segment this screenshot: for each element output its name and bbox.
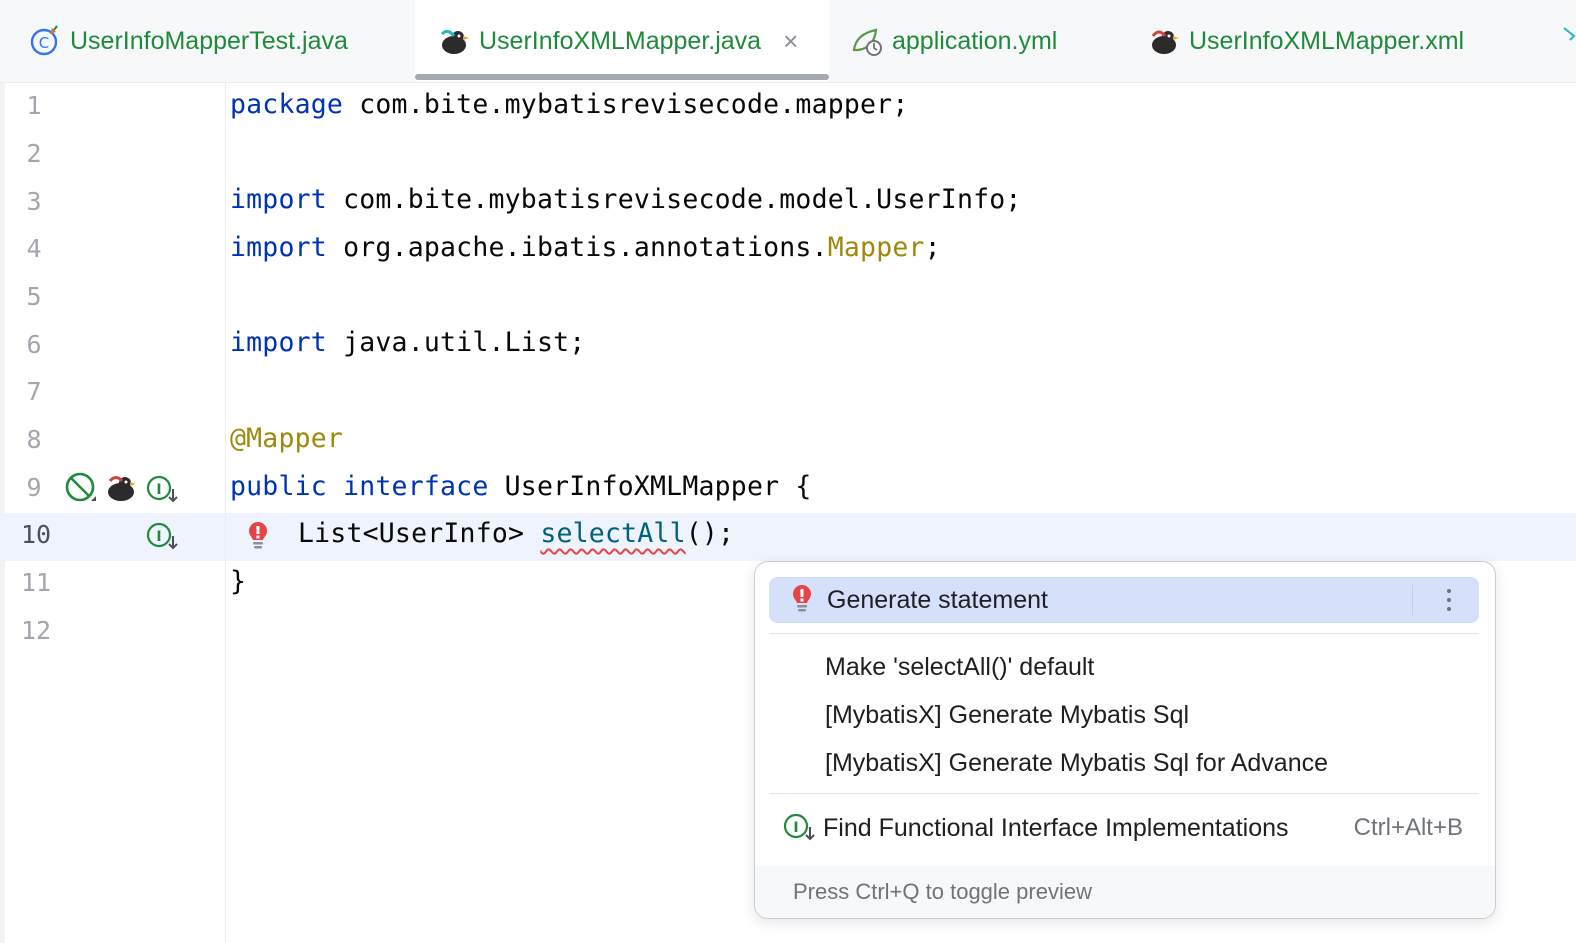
svg-text:C: C: [39, 34, 49, 52]
popup-item-label: Generate statement: [827, 585, 1048, 614]
keyword: package: [230, 89, 344, 120]
divider: [769, 633, 1479, 634]
mybatis-bird-icon: [437, 24, 471, 58]
popup-item-label: Make 'selectAll()' default: [825, 652, 1095, 681]
code-text: java.util.List;: [326, 327, 586, 358]
popup-item-find-implementations[interactable]: I Find Functional Interface Implementati…: [769, 805, 1479, 851]
keyboard-shortcut: Ctrl+Alt+B: [1353, 814, 1463, 841]
caret-row-highlight: [0, 513, 1576, 561]
keyword: import: [230, 327, 327, 358]
error-bulb-icon[interactable]: [243, 520, 277, 554]
code-line-9[interactable]: public interface UserInfoXMLMapper {: [230, 471, 812, 502]
code-line-8[interactable]: @Mapper: [230, 423, 343, 454]
tab-userinfomappertest[interactable]: C UserInfoMapperTest.java: [28, 0, 348, 82]
mybatis-bird-icon: [1147, 24, 1181, 58]
code-text: UserInfoXMLMapper {: [488, 471, 812, 502]
error-bulb-icon: [787, 583, 821, 617]
line-number: 1: [26, 91, 42, 120]
code-text: org.apache.ibatis.annotations.: [326, 232, 828, 263]
popup-item-label: [MybatisX] Generate Mybatis Sql: [825, 700, 1190, 729]
method-name-error[interactable]: selectAll: [540, 518, 685, 549]
svg-text:I: I: [156, 482, 161, 498]
intention-actions-popup: Generate statement Make 'selectAll()' de…: [754, 561, 1496, 919]
line-number: 12: [20, 616, 52, 645]
divider: [769, 793, 1479, 794]
keyword: public: [230, 471, 327, 502]
code-line-3[interactable]: import com.bite.mybatisrevisecode.model.…: [230, 184, 1022, 215]
line-number: 7: [26, 377, 42, 406]
line-number: 8: [26, 425, 42, 454]
keyword: interface: [326, 471, 489, 502]
code-line-1[interactable]: package com.bite.mybatisrevisecode.mappe…: [230, 89, 909, 120]
line-number: 9: [26, 473, 42, 502]
implementations-icon[interactable]: I: [146, 520, 180, 554]
disabled-icon[interactable]: [64, 471, 98, 505]
gutter-divider: [225, 83, 226, 943]
tab-label: UserInfoXMLMapper.xml: [1189, 26, 1465, 55]
close-tab-icon[interactable]: ×: [783, 26, 798, 57]
line-number: 11: [20, 568, 52, 597]
popup-item-mybatisx-generate-sql[interactable]: [MybatisX] Generate Mybatis Sql: [769, 692, 1479, 738]
svg-text:I: I: [156, 529, 161, 545]
keyword: import: [230, 184, 327, 215]
popup-item-generate-statement[interactable]: Generate statement: [769, 577, 1479, 623]
code-line-11[interactable]: }: [230, 566, 246, 597]
code-line-6[interactable]: import java.util.List;: [230, 327, 585, 358]
implementations-icon: I: [783, 811, 817, 845]
code-text: com.bite.mybatisrevisecode.model.UserInf…: [326, 184, 1022, 215]
svg-text:I: I: [793, 820, 798, 836]
annotation-name: Mapper: [827, 232, 925, 263]
code-line-10[interactable]: List<UserInfo> selectAll();: [298, 518, 734, 549]
test-class-icon: C: [28, 24, 62, 58]
popup-item-label: [MybatisX] Generate Mybatis Sql for Adva…: [825, 748, 1329, 777]
code-text: List<UserInfo>: [298, 518, 541, 549]
line-number: 3: [26, 187, 42, 216]
line-number: 5: [26, 282, 42, 311]
code-text: com.bite.mybatisrevisecode.mapper;: [343, 89, 909, 120]
code-text: ;: [924, 232, 941, 263]
code-text: ();: [685, 518, 735, 549]
tab-label: application.yml: [892, 26, 1058, 55]
editor-tab-bar: C UserInfoMapperTest.java UserInfoXMLMap…: [0, 0, 1576, 83]
tab-label: UserInfoMapperTest.java: [70, 26, 348, 55]
popup-footer: Press Ctrl+Q to toggle preview: [755, 866, 1495, 918]
code-line-4[interactable]: import org.apache.ibatis.annotations.Map…: [230, 232, 941, 263]
spring-config-icon: [850, 24, 884, 58]
popup-item-make-default[interactable]: Make 'selectAll()' default: [769, 644, 1479, 690]
line-number: 6: [26, 330, 42, 359]
keyword: import: [230, 232, 327, 263]
tab-userinfoxmlmapper-xml[interactable]: UserInfoXMLMapper.xml: [1147, 0, 1464, 82]
mybatis-bird-icon[interactable]: [104, 471, 138, 505]
more-options-icon[interactable]: [1437, 583, 1461, 617]
divider: [1412, 585, 1413, 615]
implementations-icon[interactable]: I: [146, 473, 180, 507]
tab-label: UserInfoXMLMapper.java: [479, 26, 762, 55]
line-number: 2: [26, 139, 42, 168]
tab-userinfoxmlmapper-java[interactable]: UserInfoXMLMapper.java ×: [415, 0, 829, 82]
line-number: 4: [26, 234, 42, 263]
tab-overflow-icon[interactable]: [1562, 24, 1576, 54]
popup-item-label: Find Functional Interface Implementation…: [823, 813, 1289, 842]
line-number-current: 10: [20, 520, 52, 549]
active-tab-indicator: [415, 74, 829, 80]
popup-item-mybatisx-generate-sql-advance[interactable]: [MybatisX] Generate Mybatis Sql for Adva…: [769, 740, 1479, 786]
tab-application-yml[interactable]: application.yml: [850, 0, 1057, 82]
popup-footer-hint: Press Ctrl+Q to toggle preview: [793, 879, 1092, 904]
